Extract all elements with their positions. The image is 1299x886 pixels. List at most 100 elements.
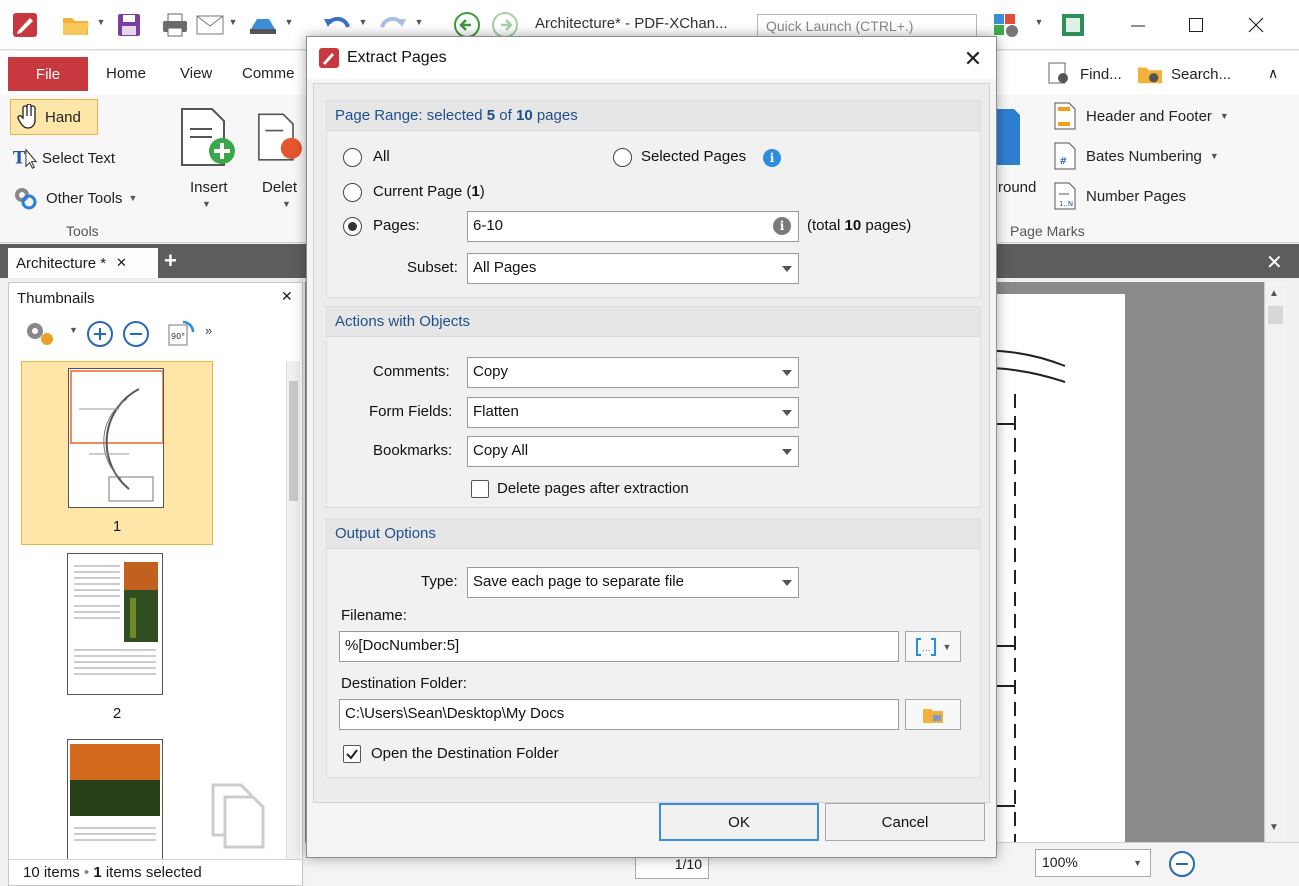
- pages-range-info-icon[interactable]: i: [773, 217, 791, 235]
- svg-text:90°: 90°: [171, 332, 185, 341]
- close-tab-icon[interactable]: ✕: [116, 255, 127, 271]
- delete-pages-icon[interactable]: [254, 107, 306, 167]
- scroll-down-icon[interactable]: ▼: [1269, 822, 1279, 833]
- header-footer-button[interactable]: Header and Footer ▼: [1052, 102, 1229, 130]
- extract-pages-dialog: Extract Pages ✕ Page Range: selected 5 o…: [306, 36, 997, 858]
- thumbnails-scroll-thumb[interactable]: [289, 381, 298, 501]
- filename-input[interactable]: %[DocNumber:5]: [339, 631, 899, 662]
- zoom-in-thumb-icon[interactable]: [85, 319, 115, 353]
- ok-button[interactable]: OK: [659, 803, 819, 841]
- tab-comment[interactable]: Comme: [242, 65, 295, 82]
- document-scroll-thumb[interactable]: [1268, 306, 1283, 324]
- dialog-close-icon[interactable]: ✕: [959, 45, 987, 73]
- save-icon[interactable]: [114, 10, 144, 40]
- open-folder-icon[interactable]: [60, 10, 92, 40]
- tab-view[interactable]: View: [180, 65, 212, 82]
- scroll-up-icon[interactable]: ▲: [1269, 288, 1279, 299]
- open-dropdown-icon[interactable]: ▼: [96, 15, 106, 29]
- close-window-icon[interactable]: [1236, 10, 1276, 40]
- thumbnail-page-1-label: 1: [112, 518, 122, 535]
- email-icon[interactable]: [194, 10, 226, 40]
- checkmark-icon: [346, 749, 358, 760]
- bookmarks-select[interactable]: Copy All: [467, 436, 799, 467]
- hand-label: Hand: [45, 108, 81, 126]
- radio-current-page-label: Current Page (1): [373, 183, 485, 200]
- customize-dropdown-icon[interactable]: ▼: [1034, 15, 1044, 29]
- close-pane-icon[interactable]: ✕: [281, 288, 293, 305]
- subset-dropdown-icon: [782, 266, 792, 272]
- delete-button-label[interactable]: Delet: [262, 179, 297, 196]
- tab-home[interactable]: Home: [106, 65, 146, 82]
- other-tools-button[interactable]: Other Tools ▼: [12, 185, 137, 211]
- filename-label: Filename:: [341, 607, 407, 624]
- zoom-select[interactable]: 100% ▼: [1035, 849, 1151, 877]
- bates-dropdown-icon: ▼: [1209, 151, 1219, 161]
- hand-icon: [15, 104, 41, 130]
- insert-dropdown-icon[interactable]: ▼: [202, 199, 211, 209]
- document-scrollbar[interactable]: ▲ ▼: [1264, 282, 1287, 842]
- bates-numbering-button[interactable]: # Bates Numbering ▼: [1052, 142, 1219, 170]
- tab-file[interactable]: File: [8, 57, 88, 91]
- full-screen-icon[interactable]: [1058, 10, 1088, 40]
- radio-current-page[interactable]: [343, 183, 362, 202]
- thumbnail-page-3[interactable]: [21, 739, 213, 859]
- collapse-ribbon-icon[interactable]: ∧: [1268, 65, 1278, 82]
- comments-label: Comments:: [373, 363, 450, 380]
- new-tab-icon[interactable]: +: [164, 248, 177, 274]
- thumbnail-page-1[interactable]: 1: [21, 361, 213, 545]
- delete-dropdown-icon[interactable]: ▼: [282, 199, 291, 209]
- close-document-icon[interactable]: ✕: [1266, 250, 1283, 275]
- actions-section: Actions with Objects Comments: Copy Form…: [326, 306, 981, 508]
- background-label[interactable]: round: [998, 179, 1036, 196]
- output-type-select[interactable]: Save each page to separate file: [467, 567, 799, 598]
- thumb-options-dropdown-icon[interactable]: ▼: [69, 325, 78, 335]
- background-icon[interactable]: [996, 105, 1020, 165]
- thumbnails-scrollbar[interactable]: [286, 361, 300, 859]
- more-tools-chevron-icon[interactable]: »: [205, 323, 212, 338]
- find-button[interactable]: Find...: [1046, 61, 1122, 87]
- scan-dropdown-icon[interactable]: ▼: [284, 15, 294, 29]
- selected-pages-info-icon[interactable]: i: [763, 149, 781, 167]
- open-destination-checkbox[interactable]: [343, 745, 361, 763]
- header-footer-label: Header and Footer: [1086, 107, 1212, 125]
- subset-select[interactable]: All Pages: [467, 253, 799, 284]
- select-text-button[interactable]: T Select Text: [12, 145, 115, 171]
- dialog-app-icon: [319, 48, 339, 72]
- radio-all[interactable]: [343, 148, 362, 167]
- radio-pages[interactable]: [343, 217, 362, 236]
- comments-select[interactable]: Copy: [467, 357, 799, 388]
- thumbnail-page-1-image: [68, 368, 164, 508]
- zoom-out-icon[interactable]: [1167, 849, 1197, 883]
- filename-macro-button[interactable]: ... ▼: [905, 631, 961, 662]
- email-dropdown-icon[interactable]: ▼: [228, 15, 238, 29]
- delete-after-checkbox[interactable]: [471, 480, 489, 498]
- thumbnails-status: 10 items • 1 items selected: [9, 859, 302, 885]
- minimize-icon[interactable]: [1118, 10, 1158, 40]
- hand-tool-button[interactable]: Hand: [10, 99, 98, 135]
- print-icon[interactable]: [160, 10, 190, 40]
- document-tab[interactable]: Architecture * ✕: [8, 248, 158, 278]
- form-fields-select[interactable]: Flatten: [467, 397, 799, 428]
- maximize-icon[interactable]: [1176, 10, 1216, 40]
- thumbnail-page-2[interactable]: 2: [21, 553, 213, 731]
- cancel-button[interactable]: Cancel: [825, 803, 985, 841]
- destination-folder-input[interactable]: C:\Users\Sean\Desktop\My Docs: [339, 699, 899, 730]
- pages-range-input[interactable]: 6-10: [467, 211, 799, 242]
- zoom-out-thumb-icon[interactable]: [121, 319, 151, 353]
- insert-pages-icon[interactable]: [176, 107, 244, 167]
- radio-selected-pages[interactable]: [613, 148, 632, 167]
- search-button[interactable]: Search...: [1137, 61, 1231, 87]
- thumb-options-icon[interactable]: [23, 319, 59, 353]
- status-selected-text: items selected: [105, 864, 202, 881]
- copy-pages-watermark-icon: [209, 781, 269, 855]
- rotate-page-icon[interactable]: 90°: [163, 319, 195, 353]
- number-pages-button[interactable]: 1..N Number Pages: [1052, 182, 1186, 210]
- undo-dropdown-icon[interactable]: ▼: [358, 15, 368, 29]
- document-tab-label: Architecture *: [16, 254, 107, 272]
- scan-icon[interactable]: [246, 10, 280, 40]
- zoom-dropdown-icon: ▼: [1133, 858, 1142, 868]
- thumbnails-title: Thumbnails: [17, 290, 95, 307]
- redo-dropdown-icon[interactable]: ▼: [414, 15, 424, 29]
- insert-button-label[interactable]: Insert: [190, 179, 228, 196]
- browse-folder-button[interactable]: [905, 699, 961, 730]
